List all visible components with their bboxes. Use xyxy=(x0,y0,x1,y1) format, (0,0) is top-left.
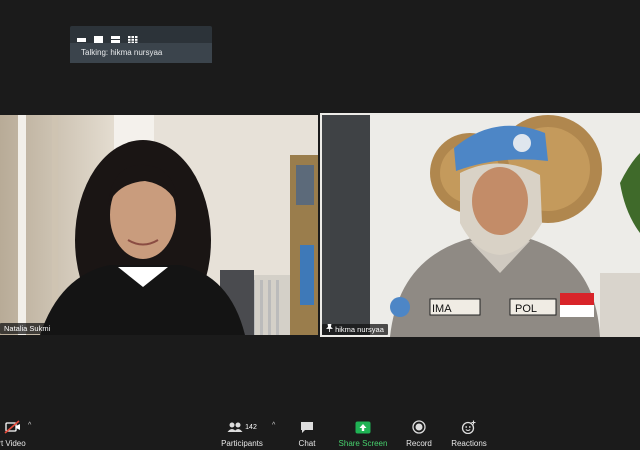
share-screen-button[interactable]: Share Screen xyxy=(333,410,393,448)
video-tile-active-speaker[interactable]: IMA POL hikma nursyaa xyxy=(320,113,640,337)
meeting-toolbar: rt Video ^ 142 Participants ^ Chat Share… xyxy=(0,410,640,450)
participants-options-caret[interactable]: ^ xyxy=(272,422,275,429)
chat-button-label: Chat xyxy=(298,439,316,448)
view-options xyxy=(76,31,138,45)
participants-button-label: Participants xyxy=(221,439,263,448)
share-screen-button-label: Share Screen xyxy=(338,439,388,448)
reactions-button-label: Reactions xyxy=(451,439,487,448)
chat-button[interactable]: Chat xyxy=(277,410,337,448)
active-speaker-view-icon[interactable] xyxy=(76,31,87,45)
video-button-label: rt Video xyxy=(0,439,26,448)
reactions-button[interactable]: Reactions xyxy=(439,410,499,448)
svg-text:IMA: IMA xyxy=(432,303,452,315)
svg-text:POL: POL xyxy=(515,303,537,315)
video-button[interactable]: rt Video xyxy=(0,410,42,448)
thumbnail-view-icon[interactable] xyxy=(93,31,104,43)
participants-icon: 142 xyxy=(212,418,272,436)
video-tile-participant-1[interactable]: Natalia Sukmi xyxy=(0,115,318,335)
participant-name-tag: hikma nursyaa xyxy=(322,323,388,335)
participants-button[interactable]: 142 Participants xyxy=(212,410,272,448)
talking-indicator: Talking: hikma nursyaa xyxy=(70,43,212,63)
pin-icon xyxy=(326,323,335,334)
chat-icon xyxy=(277,418,337,436)
participant-name-tag: Natalia Sukmi xyxy=(0,323,55,334)
video-off-icon xyxy=(0,418,42,436)
view-switcher-panel: Talking: hikma nursyaa xyxy=(70,26,212,63)
gallery-view-icon[interactable] xyxy=(127,31,138,44)
reactions-icon xyxy=(439,418,499,436)
participant-1-video xyxy=(0,115,318,335)
participants-count: 142 xyxy=(245,423,257,431)
participant-2-video: IMA POL xyxy=(320,113,640,337)
share-screen-icon xyxy=(333,418,393,436)
video-options-caret[interactable]: ^ xyxy=(28,422,31,429)
gallery-2-view-icon[interactable] xyxy=(110,31,121,43)
